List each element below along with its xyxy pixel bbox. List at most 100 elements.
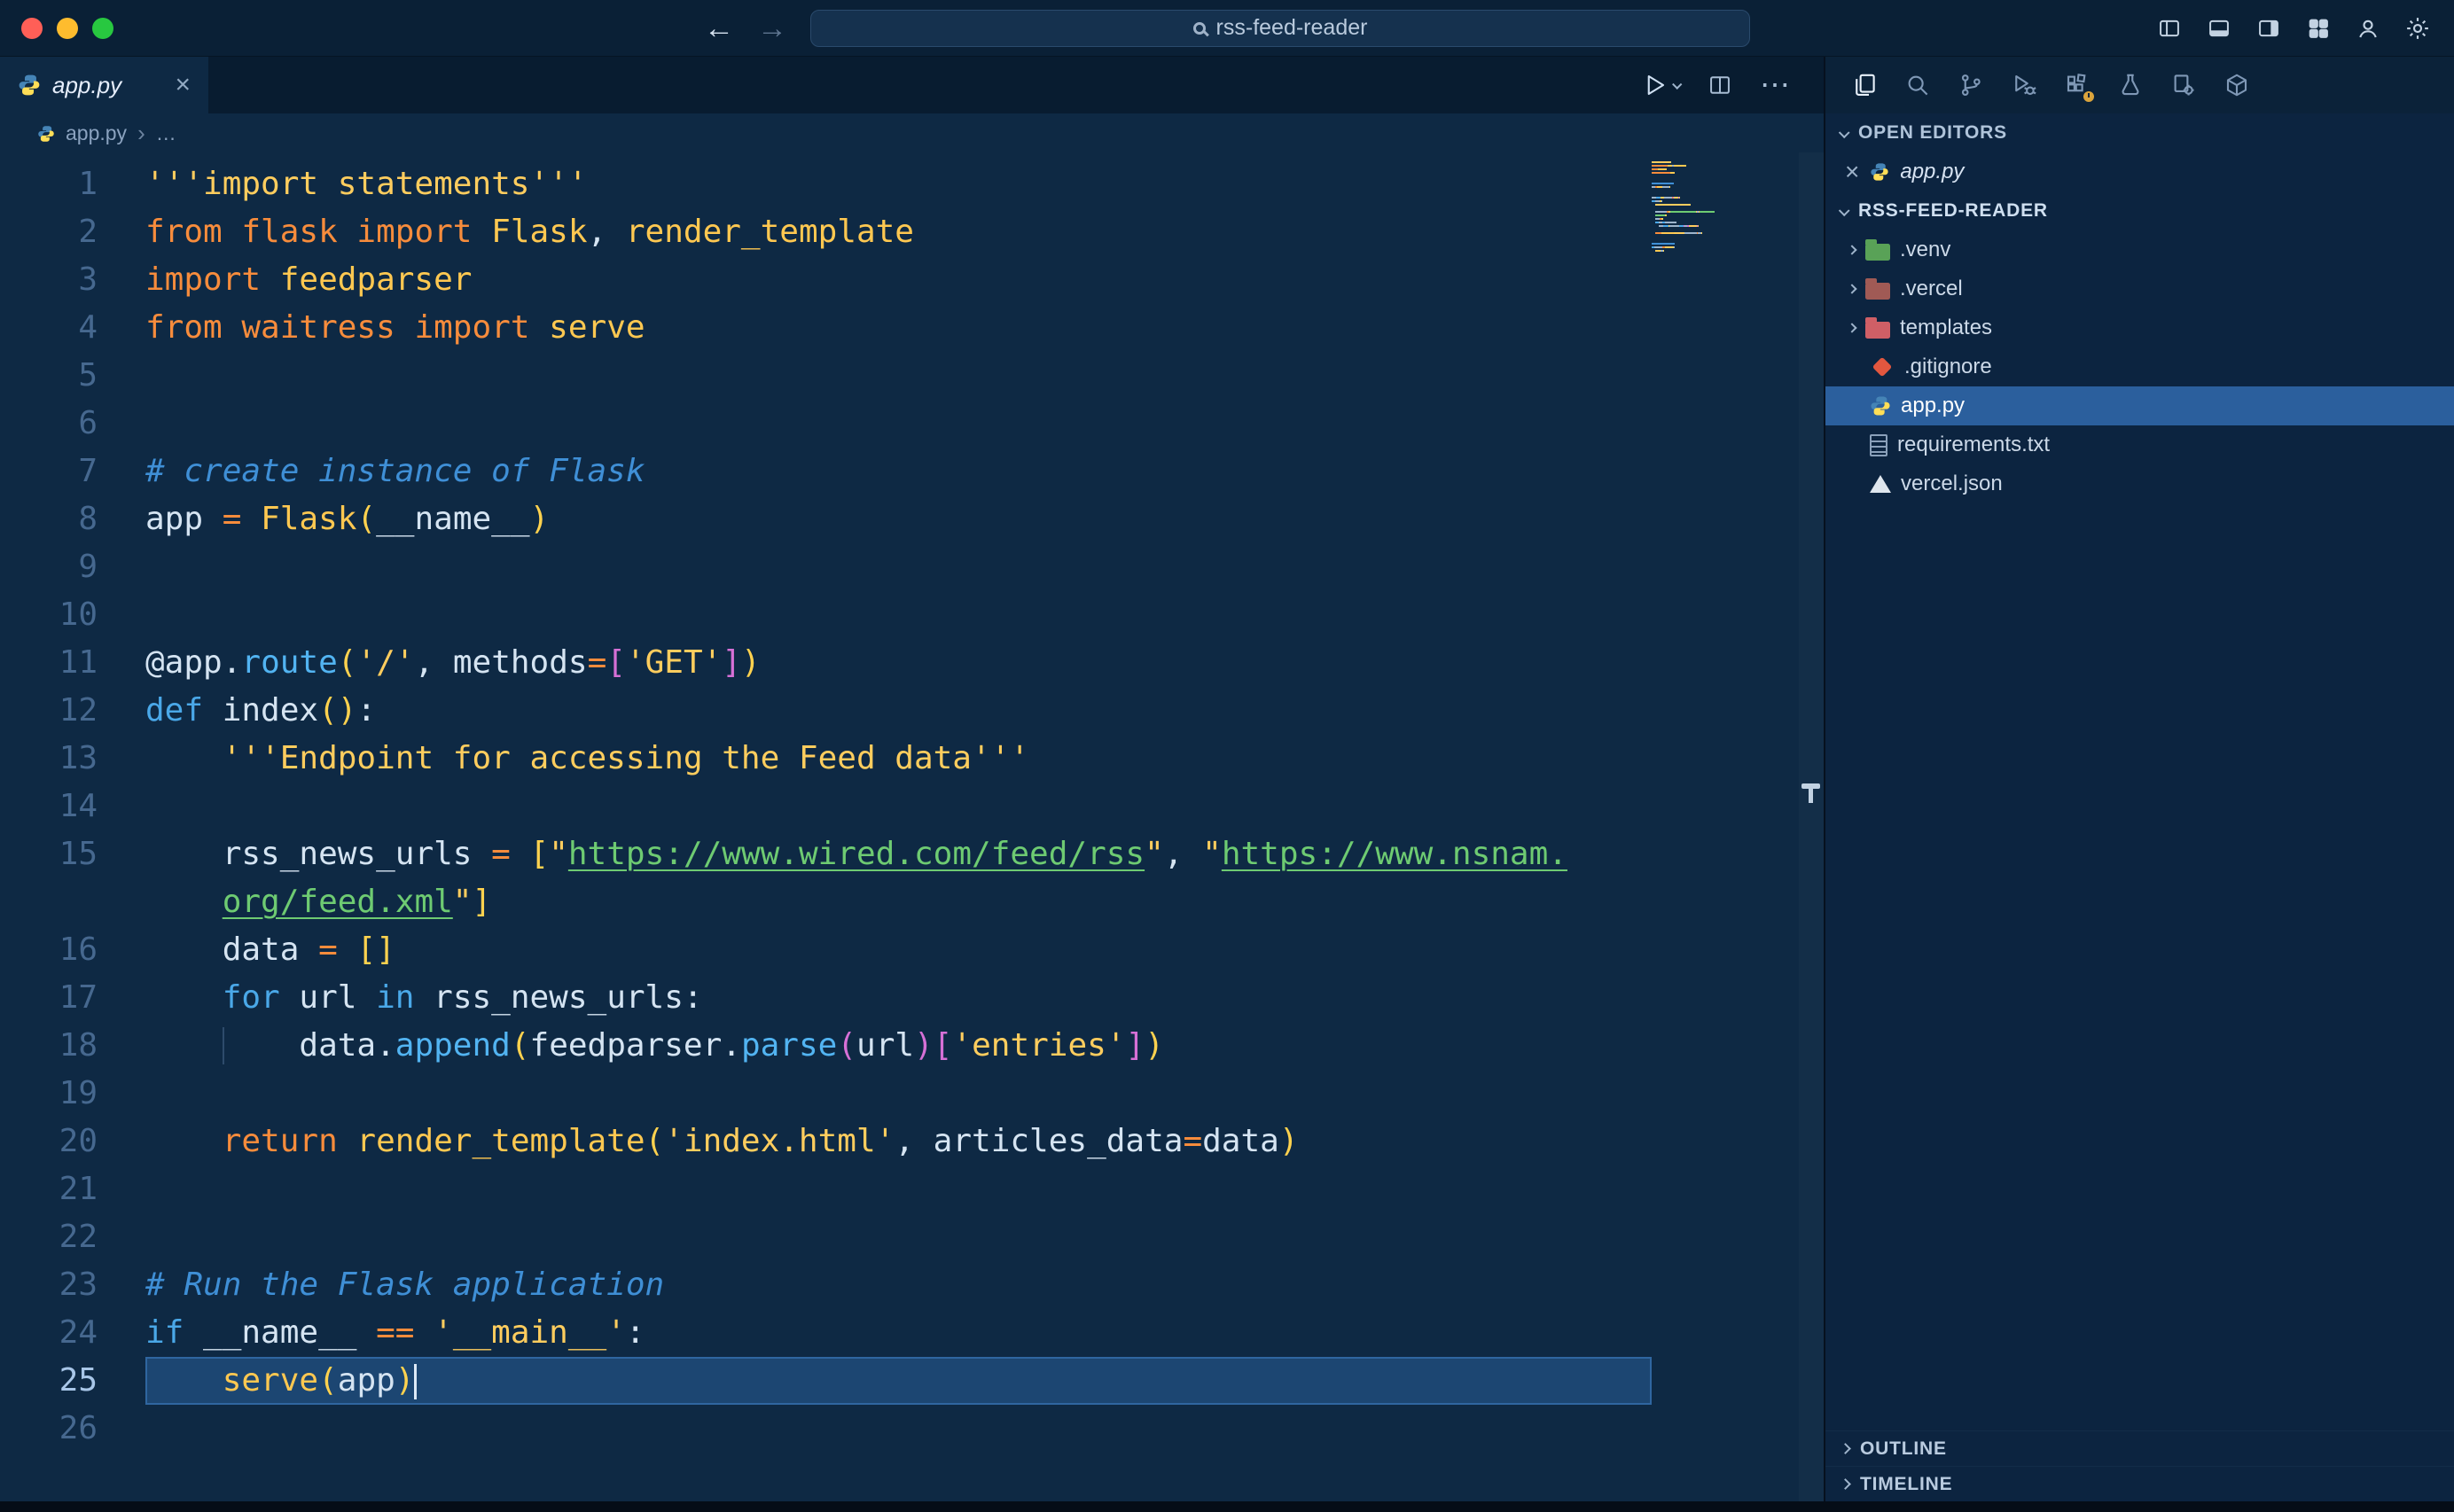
titlebar: ← → rss-feed-reader (0, 0, 2454, 57)
code-text: app = Flask(__name__) (145, 495, 1652, 543)
code-line[interactable]: 8app = Flask(__name__) (0, 495, 1652, 543)
back-button[interactable]: ← (704, 13, 734, 43)
forward-button[interactable]: → (757, 13, 787, 43)
line-number: 16 (0, 926, 98, 974)
minimize-window-button[interactable] (57, 18, 78, 39)
outline-section-header[interactable]: OUTLINE (1825, 1430, 2454, 1466)
line-number: 13 (0, 735, 98, 783)
search-box[interactable]: rss-feed-reader (810, 10, 1750, 47)
code-line[interactable]: 7# create instance of Flask (0, 448, 1652, 495)
split-editor-icon[interactable] (1707, 72, 1733, 98)
tree-item-.venv[interactable]: .venv (1825, 230, 2454, 269)
breadcrumb-more[interactable]: … (156, 121, 176, 145)
line-number: 4 (0, 304, 98, 352)
code-line[interactable]: 3import feedparser (0, 256, 1652, 304)
extensions-icon[interactable] (2061, 69, 2093, 101)
code-line[interactable]: 14 (0, 783, 1652, 830)
tree-item-label: requirements.txt (1897, 433, 2050, 457)
code-line[interactable]: 6 (0, 400, 1652, 448)
timeline-section-header[interactable]: TIMELINE (1825, 1466, 2454, 1501)
code-line[interactable]: 5 (0, 352, 1652, 400)
tab-bar: app.py × ⋯ (0, 57, 1824, 113)
chevron-down-icon (1839, 127, 1850, 138)
tree-item-vercel.json[interactable]: vercel.json (1825, 464, 2454, 503)
tree-item-.gitignore[interactable]: .gitignore (1825, 347, 2454, 386)
tree-item-.vercel[interactable]: .vercel (1825, 269, 2454, 308)
line-number: 14 (0, 783, 98, 830)
python-icon (1870, 395, 1891, 417)
indent-guide (223, 1027, 224, 1064)
close-icon[interactable]: × (1845, 160, 1859, 184)
tree-item-requirements.txt[interactable]: requirements.txt (1825, 425, 2454, 464)
run-debug-icon[interactable] (2008, 69, 2040, 101)
code-text (145, 1405, 1652, 1453)
code-line[interactable]: 12def index(): (0, 687, 1652, 735)
code-line[interactable]: 13 '''Endpoint for accessing the Feed da… (0, 735, 1652, 783)
breadcrumb: app.py › … (0, 113, 1824, 152)
code-line[interactable]: 4from waitress import serve (0, 304, 1652, 352)
code-line[interactable]: 1'''import statements''' (0, 160, 1652, 208)
package-icon[interactable] (2221, 69, 2253, 101)
close-window-button[interactable] (21, 18, 43, 39)
traffic-lights (0, 18, 113, 39)
testing-beaker-icon[interactable] (2114, 69, 2146, 101)
code-text: # create instance of Flask (145, 448, 1652, 495)
line-number: 25 (0, 1357, 98, 1405)
code-text (145, 1213, 1652, 1261)
code-line[interactable]: 26 (0, 1405, 1652, 1453)
code-line[interactable]: 11@app.route('/', methods=['GET']) (0, 639, 1652, 687)
open-editors-label: OPEN EDITORS (1858, 122, 2007, 144)
tab-app-py[interactable]: app.py × (0, 57, 208, 113)
breadcrumb-item-file[interactable]: app.py (66, 121, 127, 145)
toggle-panel-icon[interactable] (2206, 15, 2232, 42)
more-actions-icon[interactable]: ⋯ (1760, 70, 1790, 100)
open-editor-item[interactable]: × app.py (1825, 152, 2454, 191)
code-line[interactable]: 23# Run the Flask application (0, 1261, 1652, 1309)
activity-bar (1825, 57, 2454, 113)
code-text: def index(): (145, 687, 1652, 735)
explorer-icon[interactable] (1848, 69, 1880, 101)
run-button[interactable] (1641, 72, 1680, 98)
code-line[interactable]: 10 (0, 591, 1652, 639)
settings-gear-icon[interactable] (2404, 15, 2431, 42)
tree-item-app.py[interactable]: app.py (1825, 386, 2454, 425)
code-line[interactable]: 24if __name__ == '__main__': (0, 1309, 1652, 1357)
code-line[interactable]: 17 for url in rss_news_urls: (0, 974, 1652, 1022)
code-editor[interactable]: 1'''import statements'''2from flask impo… (0, 152, 1652, 1501)
code-line[interactable]: org/feed.xml"] (0, 878, 1652, 926)
close-tab-icon[interactable]: × (175, 72, 191, 98)
tree-item-templates[interactable]: templates (1825, 308, 2454, 347)
project-root-label: RSS-FEED-READER (1858, 200, 2048, 222)
tools-icon[interactable] (2168, 69, 2200, 101)
code-line[interactable]: 25 serve(app) (0, 1357, 1652, 1405)
pending-updates-badge (2082, 90, 2096, 104)
code-line[interactable]: 22 (0, 1213, 1652, 1261)
chevron-right-icon (1840, 1443, 1851, 1454)
account-icon[interactable] (2355, 15, 2381, 42)
project-root-header[interactable]: RSS-FEED-READER (1825, 191, 2454, 230)
open-editors-header[interactable]: OPEN EDITORS (1825, 113, 2454, 152)
code-text (145, 783, 1652, 830)
folder-icon (1865, 244, 1890, 261)
sidebar-empty-space (1825, 503, 2454, 1430)
source-control-icon[interactable] (1955, 69, 1987, 101)
code-line[interactable]: 15 rss_news_urls = ["https://www.wired.c… (0, 830, 1652, 878)
code-line[interactable]: 9 (0, 543, 1652, 591)
code-line[interactable]: 2from flask import Flask, render_templat… (0, 208, 1652, 256)
toggle-secondary-sidebar-icon[interactable] (2255, 15, 2282, 42)
customize-layout-icon[interactable] (2305, 15, 2332, 42)
zoom-window-button[interactable] (92, 18, 113, 39)
code-line[interactable]: 19 (0, 1070, 1652, 1118)
git-icon (1872, 357, 1893, 378)
minimap[interactable] (1652, 161, 1799, 256)
search-icon[interactable] (1902, 69, 1934, 101)
code-line[interactable]: 21 (0, 1165, 1652, 1213)
code-text: import feedparser (145, 256, 1652, 304)
code-text (145, 1070, 1652, 1118)
scrollbar[interactable] (1799, 152, 1824, 1501)
timeline-label: TIMELINE (1860, 1474, 1952, 1495)
layout-columns-icon[interactable] (2156, 15, 2183, 42)
code-line[interactable]: 20 return render_template('index.html', … (0, 1118, 1652, 1165)
code-line[interactable]: 16 data = [] (0, 926, 1652, 974)
code-line[interactable]: 18 data.append(feedparser.parse(url)['en… (0, 1022, 1652, 1070)
